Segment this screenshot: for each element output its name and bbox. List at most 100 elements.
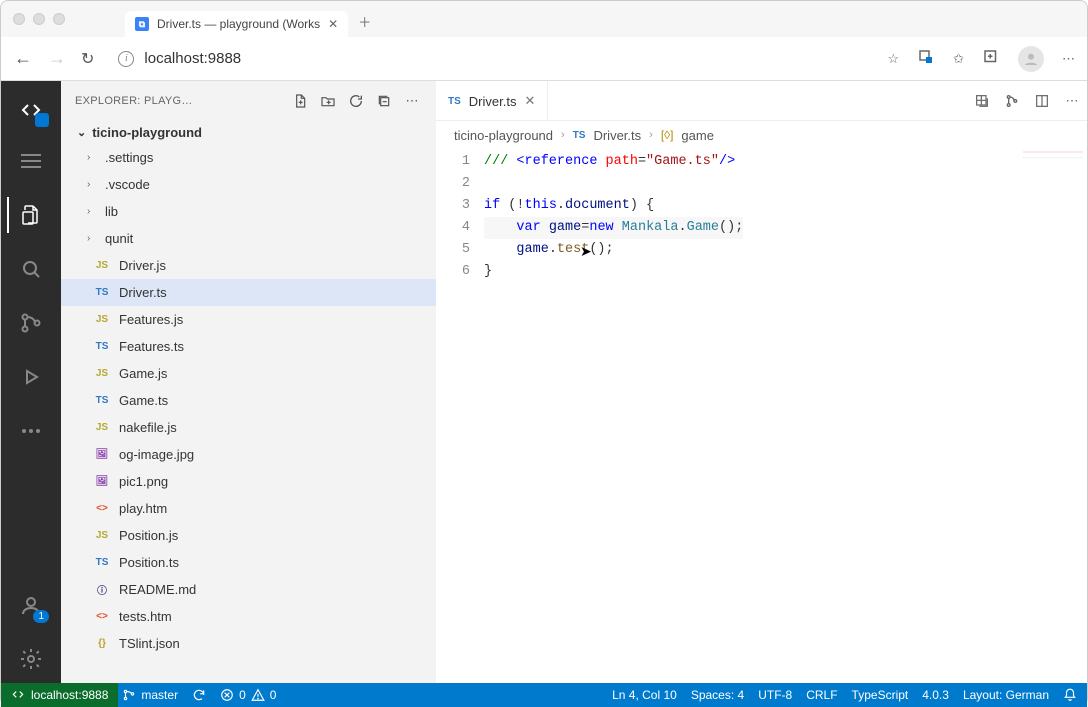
account-badge: 1 [33,610,49,623]
file-item[interactable]: <>tests.htm [61,603,436,630]
accounts-view[interactable]: 1 [7,581,55,629]
minimap[interactable] [1023,151,1083,181]
remote-window-icon[interactable] [11,91,51,131]
activity-bar: 1 [1,81,61,683]
split-editor-icon[interactable] [1027,93,1057,109]
file-item[interactable]: 🖼pic1.png [61,468,436,495]
forward-button[interactable]: → [47,48,67,69]
file-item[interactable]: JSFeatures.js [61,306,436,333]
remote-host-button[interactable]: localhost:9888 [1,683,118,707]
address-bar[interactable]: i localhost:9888 [108,50,873,67]
editor-more-icon[interactable]: ⋯ [1057,93,1087,109]
branch-button[interactable]: master [122,688,178,702]
editor-area: TS Driver.ts ✕ ⋯ ticino-playground › TS … [436,81,1087,683]
collapse-all-icon[interactable] [374,93,394,109]
file-item[interactable]: {}TSlint.json [61,630,436,657]
file-item[interactable]: JSPosition.js [61,522,436,549]
file-item[interactable]: TSPosition.ts [61,549,436,576]
editor-tab-driver[interactable]: TS Driver.ts ✕ [436,81,548,120]
new-file-icon[interactable] [290,93,310,109]
eol[interactable]: CRLF [806,688,837,702]
breadcrumb-symbol[interactable]: game [681,128,714,143]
file-item[interactable]: <> play.htm [61,495,436,522]
file-type-icon: TS [93,557,111,568]
explorer-more-icon[interactable]: ⋯ [402,93,422,109]
menu-toggle[interactable] [7,137,55,185]
code-editor[interactable]: 123456 /// <reference path="Game.ts"/> i… [436,149,1087,683]
folder-root[interactable]: ⌄ ticino-playground [61,121,436,144]
editor-tabs: TS Driver.ts ✕ ⋯ [436,81,1087,121]
run-debug-view[interactable] [7,353,55,401]
folder-item[interactable]: ›.settings [61,144,436,171]
file-type-icon: <> [93,611,111,622]
cursor-position[interactable]: Ln 4, Col 10 [612,688,677,702]
file-item[interactable]: TSFeatures.ts [61,333,436,360]
breadcrumb-root[interactable]: ticino-playground [454,128,553,143]
folder-item[interactable]: ›qunit [61,225,436,252]
keyboard-layout[interactable]: Layout: German [963,688,1049,702]
extension-badge-icon[interactable] [917,48,935,69]
root-folder-label: ticino-playground [92,125,202,140]
file-item[interactable]: JSnakefile.js [61,414,436,441]
close-tab-icon[interactable]: ✕ [328,17,338,31]
browser-tab[interactable]: ⧉ Driver.ts — playground (Works ✕ [125,11,348,37]
encoding[interactable]: UTF-8 [758,688,792,702]
file-item[interactable]: TSDriver.ts [61,279,436,306]
compare-changes-icon[interactable] [967,93,997,109]
problems-button[interactable]: 0 0 [220,688,276,702]
refresh-explorer-icon[interactable] [346,93,366,109]
folder-item[interactable]: ›.vscode [61,171,436,198]
file-type-icon: <> [93,503,111,514]
branch-label: master [141,688,178,702]
ts-version[interactable]: 4.0.3 [922,688,949,702]
file-item[interactable]: JSDriver.js [61,252,436,279]
ts-file-icon: TS [573,130,586,141]
line-gutter: 123456 [436,149,484,683]
new-folder-icon[interactable] [318,93,338,109]
close-window-dot[interactable] [13,13,25,25]
breadcrumb[interactable]: ticino-playground › TS Driver.ts › [◊] g… [436,121,1087,149]
settings-view[interactable] [7,635,55,683]
back-button[interactable]: ← [13,48,33,69]
maximize-window-dot[interactable] [53,13,65,25]
chevron-right-icon: › [649,129,653,141]
folder-item[interactable]: ›lib [61,198,436,225]
more-views[interactable] [7,407,55,455]
explorer-view[interactable] [7,191,55,239]
notifications-icon[interactable] [1063,688,1077,702]
file-name: README.md [119,582,196,597]
window-titlebar: ⧉ Driver.ts — playground (Works ✕ ＋ [1,1,1087,37]
file-item[interactable]: TSGame.ts [61,387,436,414]
sync-button[interactable] [192,688,206,702]
reload-button[interactable]: ↻ [81,49,94,69]
file-type-icon: TS [93,395,111,406]
code-content[interactable]: /// <reference path="Game.ts"/> if (!thi… [484,149,743,683]
file-type-icon: {} [93,638,111,649]
file-name: Driver.js [119,258,166,273]
search-view[interactable] [7,245,55,293]
profile-avatar[interactable] [1018,46,1044,72]
new-tab-button[interactable]: ＋ [348,6,381,37]
breadcrumb-file[interactable]: Driver.ts [593,128,641,143]
indentation[interactable]: Spaces: 4 [691,688,744,702]
file-name: pic1.png [119,474,168,489]
star-icon[interactable]: ☆ [887,51,899,67]
minimize-window-dot[interactable] [33,13,45,25]
error-count: 0 [239,688,246,702]
source-control-view[interactable] [7,299,55,347]
file-item[interactable]: JSGame.js [61,360,436,387]
file-item[interactable]: ⓘ README.md [61,576,436,603]
close-editor-tab-icon[interactable]: ✕ [524,93,535,109]
favorites-icon[interactable]: ✩ [953,51,964,67]
file-type-icon: JS [93,530,111,541]
site-info-icon[interactable]: i [118,51,134,67]
language-mode[interactable]: TypeScript [852,688,909,702]
file-name: nakefile.js [119,420,177,435]
open-changes-icon[interactable] [997,93,1027,109]
more-menu-icon[interactable]: ⋯ [1062,51,1075,67]
file-type-icon: ⓘ [93,582,111,597]
file-name: Game.js [119,366,167,381]
file-item[interactable]: 🖼og-image.jpg [61,441,436,468]
collections-icon[interactable] [982,48,1000,69]
file-name: play.htm [119,501,167,516]
